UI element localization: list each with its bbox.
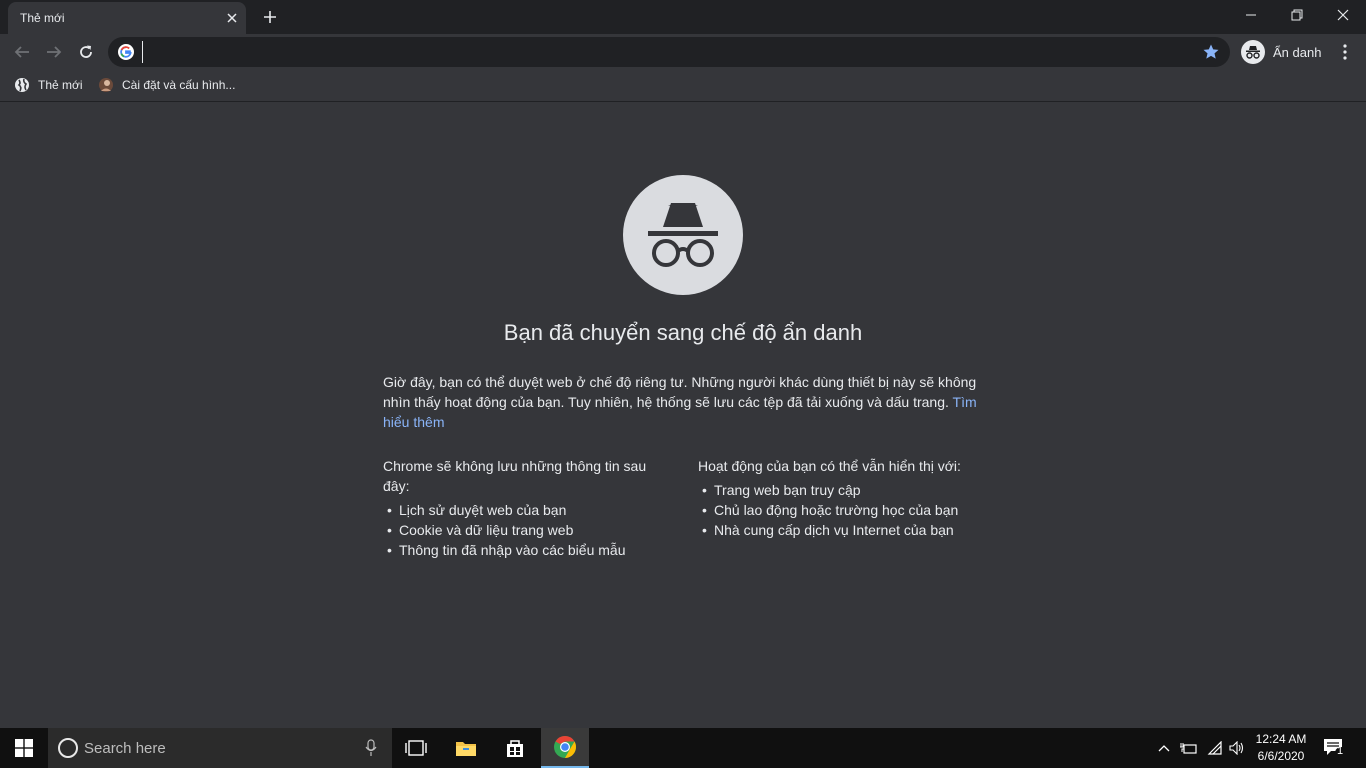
battery-plug-icon xyxy=(1180,743,1197,754)
restore-button[interactable] xyxy=(1274,0,1320,30)
notification-count: 1 xyxy=(1337,745,1344,757)
action-center-button[interactable]: 1 xyxy=(1322,736,1347,760)
start-button[interactable] xyxy=(0,728,48,768)
browser-toolbar: Ẩn danh xyxy=(0,34,1366,70)
visible-to-title: Hoạt động của bạn có thể vẫn hiển thị vớ… xyxy=(698,458,961,474)
taskbar-search[interactable]: Search here xyxy=(48,728,392,768)
bookmarks-bar: Thẻ mới Cài đặt và cấu hình... xyxy=(0,70,1366,102)
wifi-icon xyxy=(1207,741,1222,755)
tab-new-tab[interactable]: Thẻ mới xyxy=(8,2,246,34)
globe-icon xyxy=(15,78,29,92)
search-placeholder: Search here xyxy=(84,740,166,757)
bookmark-label: Thẻ mới xyxy=(38,78,83,92)
tab-strip: Thẻ mới xyxy=(0,0,1366,34)
store-button[interactable] xyxy=(491,728,539,768)
forward-button[interactable] xyxy=(40,38,68,66)
new-tab-button[interactable] xyxy=(258,6,282,28)
chrome-icon xyxy=(554,736,576,758)
description-text: Giờ đây, bạn có thể duyệt web ở chế độ r… xyxy=(383,374,977,410)
bookmark-label: Cài đặt và cấu hình... xyxy=(122,78,236,92)
windows-icon xyxy=(15,739,33,757)
chevron-up-icon xyxy=(1158,745,1170,752)
tab-close-icon[interactable] xyxy=(224,10,240,26)
bookmark-settings[interactable]: Cài đặt và cấu hình... xyxy=(98,75,235,95)
not-saved-column: Chrome sẽ không lưu những thông tin sau … xyxy=(383,456,658,560)
google-icon xyxy=(118,44,134,60)
taskbar-clock[interactable]: 12:24 AM 6/6/2020 xyxy=(1250,731,1312,765)
incognito-profile-button[interactable]: Ẩn danh xyxy=(1238,37,1326,67)
folder-icon xyxy=(456,742,476,756)
bookmark-new-tab[interactable]: Thẻ mới xyxy=(14,75,83,95)
list-item: Cookie và dữ liệu trang web xyxy=(383,520,658,540)
battery-tray[interactable] xyxy=(1178,728,1200,768)
speaker-icon xyxy=(1229,741,1244,755)
address-input[interactable] xyxy=(142,41,1192,63)
avatar-icon xyxy=(99,78,113,92)
close-window-button[interactable] xyxy=(1320,0,1366,30)
not-saved-title: Chrome sẽ không lưu những thông tin sau … xyxy=(383,458,647,494)
bookmark-star-icon[interactable] xyxy=(1202,43,1220,61)
network-tray[interactable] xyxy=(1204,728,1226,768)
reload-button[interactable] xyxy=(72,38,100,66)
windows-taskbar: Search here 12:24 AM 6/6/2020 1 xyxy=(0,728,1366,768)
incognito-description: Giờ đây, bạn có thể duyệt web ở chế độ r… xyxy=(383,372,983,432)
store-icon xyxy=(507,740,523,757)
more-menu-icon[interactable] xyxy=(1333,40,1357,64)
volume-tray[interactable] xyxy=(1226,728,1248,768)
list-item: Nhà cung cấp dịch vụ Internet của bạn xyxy=(698,520,983,540)
chrome-taskbar-button[interactable] xyxy=(541,728,589,768)
show-hidden-icons[interactable] xyxy=(1154,728,1174,768)
minimize-button[interactable] xyxy=(1228,0,1274,30)
clock-time: 12:24 AM xyxy=(1255,732,1307,746)
clock-date: 6/6/2020 xyxy=(1257,749,1305,763)
incognito-spy-icon xyxy=(623,175,743,295)
list-item: Lịch sử duyệt web của bạn xyxy=(383,500,658,520)
incognito-heading: Bạn đã chuyển sang chế độ ẩn danh xyxy=(503,320,863,345)
list-item: Thông tin đã nhập vào các biểu mẫu xyxy=(383,540,658,560)
cortana-icon xyxy=(58,738,78,758)
tab-title: Thẻ mới xyxy=(20,11,65,25)
list-item: Trang web bạn truy cập xyxy=(698,480,983,500)
microphone-icon[interactable] xyxy=(364,739,378,757)
back-button[interactable] xyxy=(8,38,36,66)
visible-to-column: Hoạt động của bạn có thể vẫn hiển thị vớ… xyxy=(698,456,983,540)
profile-label: Ẩn danh xyxy=(1273,44,1322,60)
list-item: Chủ lao động hoặc trường học của bạn xyxy=(698,500,983,520)
incognito-icon xyxy=(1241,40,1265,64)
task-view-button[interactable] xyxy=(392,728,440,768)
file-explorer-button[interactable] xyxy=(442,728,490,768)
omnibox[interactable] xyxy=(108,37,1230,67)
task-view-icon xyxy=(405,740,427,756)
